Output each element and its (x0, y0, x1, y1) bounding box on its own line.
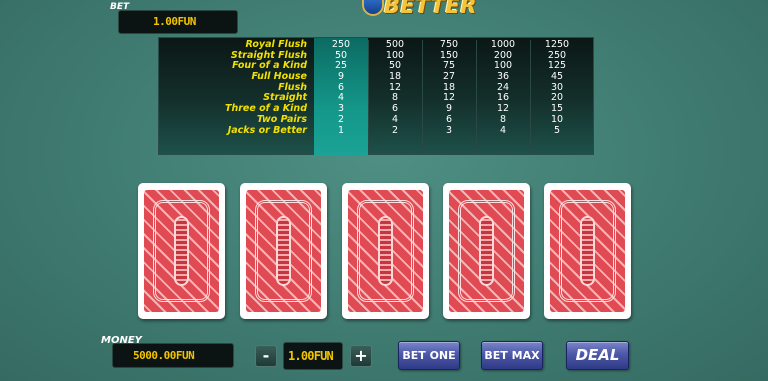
money-value: 5000.00FUN (133, 349, 195, 362)
hand-name: Two Pairs (256, 113, 307, 125)
payout-value: 8 (499, 113, 507, 125)
decrease-denomination-button[interactable]: - (255, 345, 277, 367)
payout-value: 2 (337, 113, 345, 125)
paytable-column-2: 500 100 50 18 12 8 6 4 2 (368, 39, 422, 136)
card-back-pattern (550, 190, 625, 312)
paytable: Royal Flush Straight Flush Four of a Kin… (158, 37, 594, 156)
hand-name: Jacks or Better (227, 124, 307, 136)
card-4[interactable] (443, 183, 530, 319)
bet-one-button[interactable]: BET ONE (398, 341, 460, 370)
bet-display: 1.00FUN (118, 10, 238, 34)
increase-denomination-button[interactable]: + (350, 345, 372, 367)
paytable-column-5: 1250 250 125 45 30 20 15 10 5 (530, 39, 584, 136)
logo-text: BETTER (384, 0, 477, 18)
card-3[interactable] (342, 183, 429, 319)
payout-value: 1 (337, 124, 345, 136)
paytable-column-3: 750 150 75 27 18 12 9 6 3 (422, 39, 476, 136)
payout-value: 10 (550, 113, 564, 125)
card-back-pattern (144, 190, 219, 312)
card-back-pattern (348, 190, 423, 312)
money-display: 5000.00FUN (112, 343, 234, 368)
deal-button[interactable]: DEAL (566, 341, 629, 370)
paytable-column-1: 250 50 25 9 6 4 3 2 1 (314, 39, 368, 136)
card-back-pattern (449, 190, 524, 312)
card-back-pattern (246, 190, 321, 312)
paytable-hand-names: Royal Flush Straight Flush Four of a Kin… (225, 39, 307, 136)
payout-value: 4 (391, 113, 399, 125)
bet-value: 1.00FUN (153, 15, 196, 28)
card-2[interactable] (240, 183, 327, 319)
denomination-display: 1.00FUN (283, 342, 343, 370)
paytable-column-4: 1000 200 100 36 24 16 12 8 4 (476, 39, 530, 136)
payout-value: 2 (391, 124, 399, 136)
payout-value: 3 (445, 124, 453, 136)
game-logo: BETTER (300, 0, 477, 24)
bet-max-button[interactable]: BET MAX (481, 341, 543, 370)
payout-value: 6 (445, 113, 453, 125)
logo-badge-icon (362, 0, 384, 16)
payout-value: 5 (553, 124, 561, 136)
payout-value: 4 (499, 124, 507, 136)
card-1[interactable] (138, 183, 225, 319)
card-5[interactable] (544, 183, 631, 319)
denomination-value: 1.00FUN (288, 349, 334, 363)
